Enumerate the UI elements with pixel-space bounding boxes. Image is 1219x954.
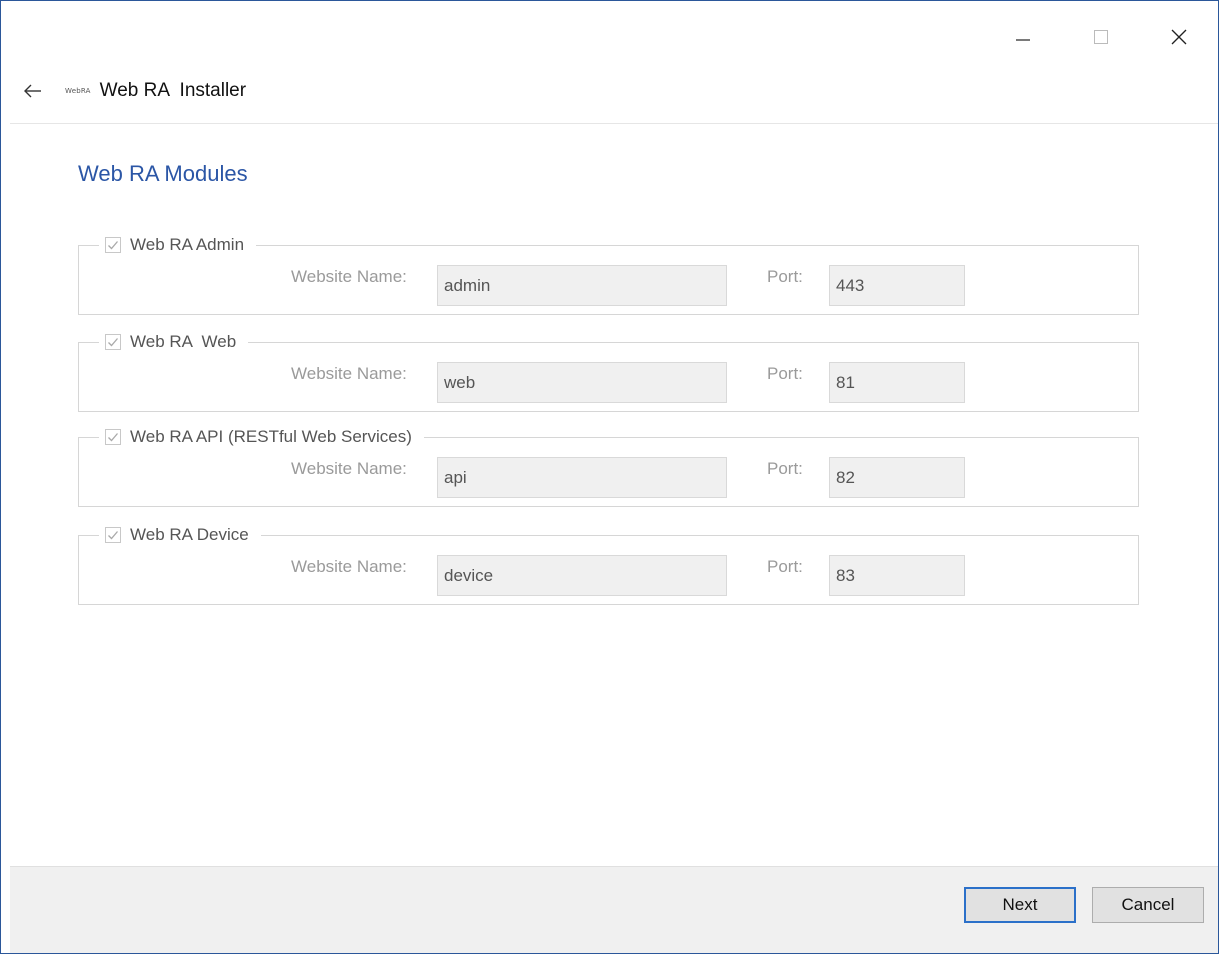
window-controls	[984, 19, 1218, 55]
back-arrow-icon	[24, 84, 41, 98]
module-legend: Web RA Admin	[99, 232, 257, 258]
module-checkbox-device[interactable]	[105, 527, 121, 543]
page-title: Web RA Modules	[78, 161, 248, 186]
checkmark-icon	[108, 241, 118, 250]
port-field-api[interactable]: 82	[829, 457, 965, 498]
minimize-icon	[1016, 39, 1030, 41]
title-bar: WebRA Web RA Installer	[1, 71, 1218, 111]
port-label: Port:	[767, 557, 803, 576]
website-name-label: Website Name:	[291, 459, 407, 478]
port-label: Port:	[767, 459, 803, 478]
cancel-button[interactable]: Cancel	[1092, 887, 1204, 923]
website-name-field-admin[interactable]: admin	[437, 265, 727, 306]
back-button[interactable]	[21, 79, 45, 103]
module-group-admin: Web RA Admin Website Name: admin Port: 4…	[78, 232, 1139, 315]
module-checkbox-admin[interactable]	[105, 237, 121, 253]
website-name-label: Website Name:	[291, 364, 407, 383]
app-logo: WebRA	[65, 87, 91, 95]
maximize-icon	[1094, 30, 1108, 44]
checkmark-icon	[108, 338, 118, 347]
module-label: Web RA Web	[130, 332, 237, 351]
installer-window: WebRA Web RA Installer Web RA Modules We…	[0, 0, 1219, 954]
module-legend: Web RA Web	[99, 329, 249, 355]
module-group-web: Web RA Web Website Name: web Port: 81	[78, 329, 1139, 412]
maximize-button[interactable]	[1062, 19, 1140, 55]
website-name-field-web[interactable]: web	[437, 362, 727, 403]
port-label: Port:	[767, 364, 803, 383]
website-name-label: Website Name:	[291, 557, 407, 576]
module-checkbox-web[interactable]	[105, 334, 121, 350]
checkmark-icon	[108, 433, 118, 442]
close-icon	[1171, 29, 1187, 45]
checkmark-icon	[108, 531, 118, 540]
minimize-button[interactable]	[984, 19, 1062, 55]
port-label: Port:	[767, 267, 803, 286]
footer-bar: Next Cancel	[10, 866, 1218, 953]
module-checkbox-api[interactable]	[105, 429, 121, 445]
title-separator	[10, 123, 1218, 124]
port-field-web[interactable]: 81	[829, 362, 965, 403]
module-label: Web RA API (RESTful Web Services)	[130, 427, 412, 446]
module-label: Web RA Device	[130, 525, 249, 544]
app-title: Web RA Installer	[99, 80, 247, 101]
port-field-admin[interactable]: 443	[829, 265, 965, 306]
website-name-field-device[interactable]: device	[437, 555, 727, 596]
website-name-field-api[interactable]: api	[437, 457, 727, 498]
website-name-label: Website Name:	[291, 267, 407, 286]
module-group-api: Web RA API (RESTful Web Services) Websit…	[78, 424, 1139, 507]
module-label: Web RA Admin	[130, 235, 245, 254]
module-legend: Web RA Device	[99, 522, 261, 548]
module-group-device: Web RA Device Website Name: device Port:…	[78, 522, 1139, 605]
next-button[interactable]: Next	[964, 887, 1076, 923]
close-button[interactable]	[1140, 19, 1218, 55]
module-legend: Web RA API (RESTful Web Services)	[99, 424, 424, 450]
port-field-device[interactable]: 83	[829, 555, 965, 596]
